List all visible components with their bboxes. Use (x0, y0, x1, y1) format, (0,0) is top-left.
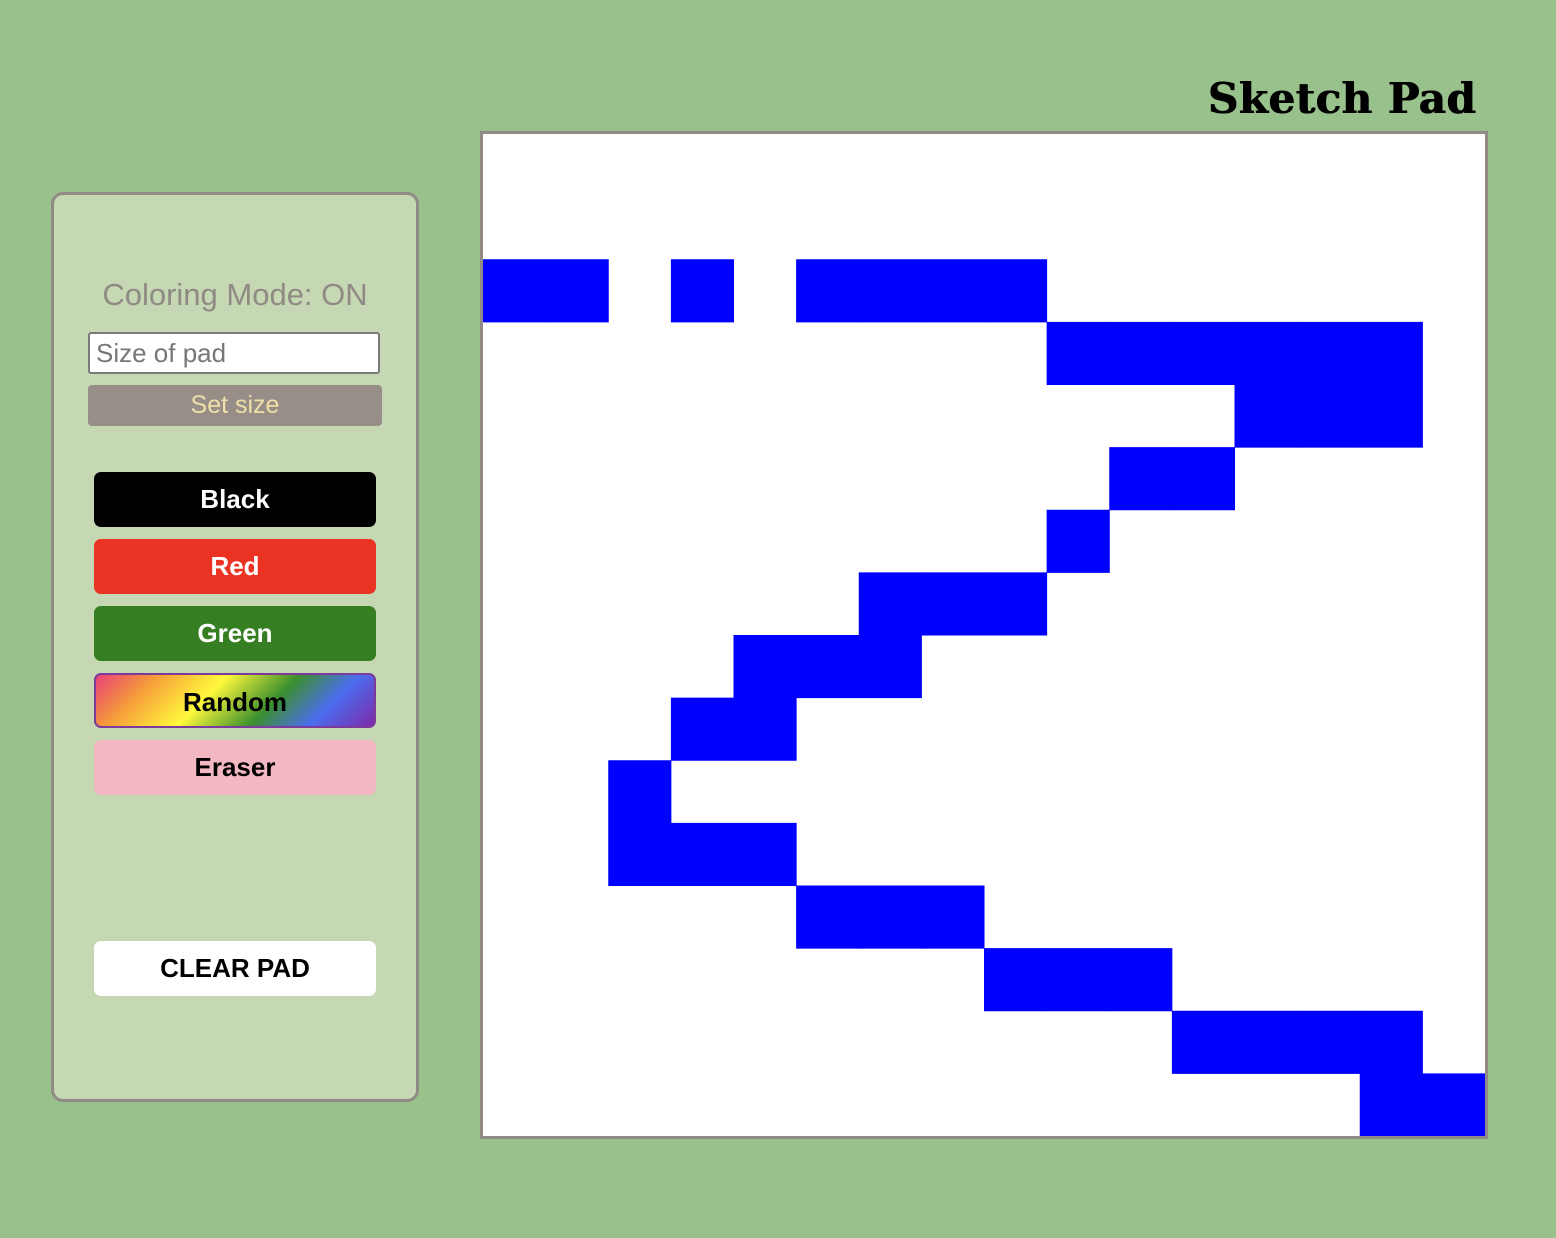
pad-cell-filled[interactable] (858, 572, 922, 636)
pad-cell-filled[interactable] (1297, 384, 1361, 448)
random-color-button[interactable]: Random (94, 673, 376, 728)
red-color-button[interactable]: Red (94, 539, 376, 594)
pad-cell-filled[interactable] (1234, 321, 1298, 386)
page-title: Sketch Pad (1207, 74, 1476, 123)
pad-cell-filled[interactable] (1109, 321, 1173, 386)
pad-cell-filled[interactable] (1297, 321, 1361, 386)
pad-size-input[interactable] (88, 332, 380, 374)
pad-cell-filled[interactable] (1359, 321, 1423, 386)
sketch-pad[interactable] (480, 131, 1488, 1139)
pad-cell-filled[interactable] (1359, 1010, 1423, 1074)
sketch-grid[interactable] (483, 134, 1485, 1136)
pad-cell-filled[interactable] (1297, 1010, 1361, 1074)
pad-cell-filled[interactable] (1046, 321, 1110, 386)
coloring-mode-status: Coloring Mode: ON (102, 277, 368, 312)
pad-cell-filled[interactable] (858, 259, 922, 323)
pad-cell-filled[interactable] (984, 259, 1048, 323)
pad-cell-filled[interactable] (733, 635, 797, 699)
pad-cell-filled[interactable] (858, 635, 922, 699)
pad-cell-filled[interactable] (1234, 384, 1298, 448)
pad-cell-filled[interactable] (670, 697, 735, 761)
pad-cell-filled[interactable] (1109, 447, 1173, 511)
pad-cell-filled[interactable] (921, 572, 985, 636)
pad-cell-filled[interactable] (670, 259, 735, 323)
pad-cell-filled[interactable] (1234, 1010, 1298, 1074)
pad-cell-filled[interactable] (545, 259, 609, 323)
pad-cell-filled[interactable] (733, 822, 797, 887)
pad-cell-filled[interactable] (1046, 948, 1110, 1012)
set-size-button[interactable]: Set size (88, 385, 382, 426)
pad-cell-filled[interactable] (1171, 1010, 1236, 1074)
pad-cell-filled[interactable] (1171, 321, 1236, 386)
pad-cell-filled[interactable] (483, 259, 547, 323)
pad-cell-filled[interactable] (858, 885, 922, 949)
black-color-button[interactable]: Black (94, 472, 376, 527)
pad-cell-filled[interactable] (1171, 447, 1236, 511)
eraser-button[interactable]: Eraser (94, 740, 376, 795)
pad-cell-filled[interactable] (1359, 1073, 1423, 1136)
pad-cell-filled[interactable] (921, 259, 985, 323)
pad-cell-filled[interactable] (608, 760, 672, 824)
pad-cell-filled[interactable] (921, 885, 985, 949)
clear-pad-button[interactable]: CLEAR PAD (94, 941, 376, 996)
pad-cell-filled[interactable] (796, 259, 860, 323)
pad-cell-filled[interactable] (1109, 948, 1173, 1012)
pad-cell-filled[interactable] (1422, 1073, 1485, 1136)
pad-cell-filled[interactable] (1046, 509, 1110, 573)
pad-cell-filled[interactable] (984, 948, 1048, 1012)
pad-cell-filled[interactable] (733, 697, 797, 761)
pad-cell-filled[interactable] (1359, 384, 1423, 448)
green-color-button[interactable]: Green (94, 606, 376, 661)
pad-cell-filled[interactable] (796, 885, 860, 949)
pad-cell-filled[interactable] (796, 635, 860, 699)
pad-cell-filled[interactable] (984, 572, 1048, 636)
control-panel: Coloring Mode: ON Set size Black Red Gre… (51, 192, 419, 1102)
pad-cell-filled[interactable] (608, 822, 672, 887)
pad-cell-filled[interactable] (670, 822, 735, 887)
